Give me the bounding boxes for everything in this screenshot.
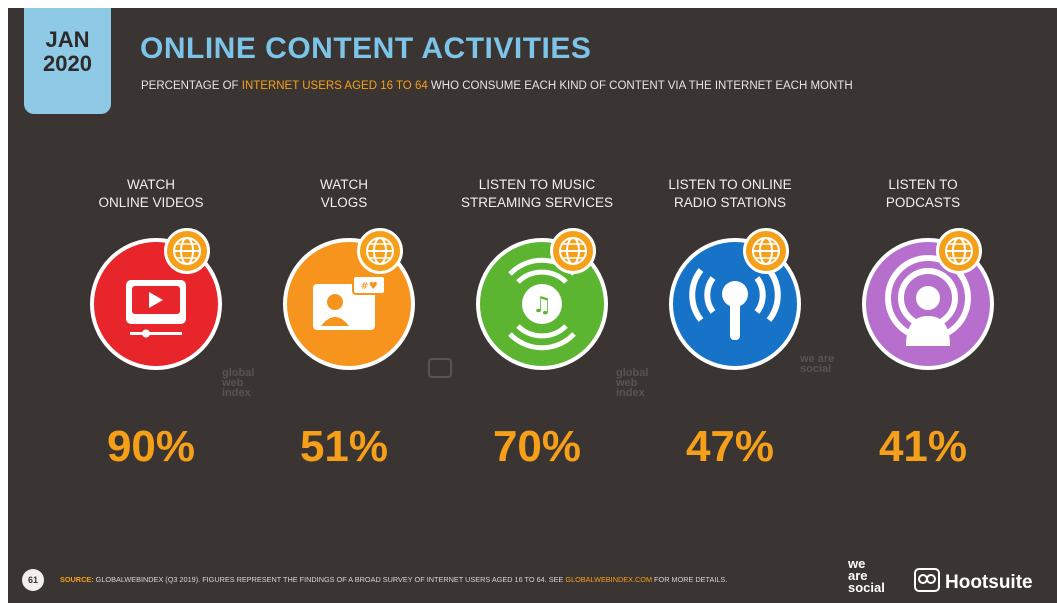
source-tail: FOR MORE DETAILS.: [652, 575, 728, 584]
activity-label-line2: ONLINE VIDEOS: [98, 195, 204, 210]
activity-label-line2: VLOGS: [320, 195, 368, 210]
globe-icon: [357, 228, 403, 274]
watermark-gwi: global web index: [616, 367, 649, 399]
activity-vlogs: WATCH VLOGS #♥ 51%: [249, 176, 439, 471]
activity-label-line2: PODCASTS: [885, 195, 961, 210]
activity-percentage: 90%: [106, 422, 196, 471]
activity-label-line1: LISTEN TO MUSIC: [478, 177, 596, 192]
globe-icon: [743, 228, 789, 274]
badge-month: JAN: [45, 27, 90, 52]
activity-label-line2: STREAMING SERVICES: [460, 195, 614, 210]
page-title: ONLINE CONTENT ACTIVITIES: [140, 32, 592, 65]
page-subtitle: PERCENTAGE OF INTERNET USERS AGED 16 TO …: [141, 80, 853, 92]
source-link[interactable]: GLOBALWEBINDEX.COM: [565, 575, 652, 584]
date-badge: JAN 2020: [24, 8, 111, 114]
owl-icon: [914, 568, 940, 592]
activity-label: LISTEN TO ONLINE RADIO STATIONS: [635, 176, 825, 216]
page-number: 61: [22, 569, 44, 591]
activity-music-streaming: LISTEN TO MUSIC STREAMING SERVICES ♫ 70%: [442, 176, 632, 471]
svg-text:♫: ♫: [532, 293, 552, 318]
source-label: SOURCE:: [60, 575, 94, 584]
subtitle-post: WHO CONSUME EACH KIND OF CONTENT VIA THE…: [427, 80, 853, 92]
slide: JAN 2020 ONLINE CONTENT ACTIVITIES PERCE…: [8, 8, 1057, 603]
subtitle-highlight: INTERNET USERS AGED 16 TO 64: [241, 80, 428, 92]
activity-label-line1: WATCH: [127, 177, 175, 192]
source-note: SOURCE: GLOBALWEBINDEX (Q3 2019). FIGURE…: [60, 575, 727, 584]
badge-year: 2020: [43, 51, 92, 76]
globe-icon: [164, 228, 210, 274]
activity-label: WATCH VLOGS: [249, 176, 439, 216]
activity-online-radio: LISTEN TO ONLINE RADIO STATIONS 47%: [635, 176, 825, 471]
activity-percentage: 51%: [299, 422, 389, 471]
globe-icon: [936, 228, 982, 274]
activity-label: WATCH ONLINE VIDEOS: [56, 176, 246, 216]
activity-percentage: 41%: [878, 422, 968, 471]
watermark-was: we are social: [800, 353, 835, 375]
hootsuite-logo: Hootsuite: [914, 568, 1033, 594]
logo-line: social: [848, 580, 885, 595]
activity-label-line1: WATCH: [320, 177, 368, 192]
activity-label-line2: RADIO STATIONS: [673, 195, 786, 210]
hootsuite-text: Hootsuite: [945, 572, 1033, 593]
activity-label: LISTEN TO MUSIC STREAMING SERVICES: [442, 176, 632, 216]
activity-online-videos: WATCH ONLINE VIDEOS 90%: [56, 176, 246, 471]
source-text: GLOBALWEBINDEX (Q3 2019). FIGURES REPRES…: [93, 575, 566, 584]
activity-label: LISTEN TO PODCASTS: [828, 176, 1018, 216]
activity-percentage: 70%: [492, 422, 582, 471]
watermark-gwi: global web index: [222, 367, 255, 399]
activity-label-line1: LISTEN TO ONLINE: [668, 177, 792, 192]
svg-text:#♥: #♥: [360, 281, 377, 292]
globe-icon: [550, 228, 596, 274]
activity-podcasts: LISTEN TO PODCASTS 41%: [828, 176, 1018, 471]
watermark-owl-icon: [428, 358, 452, 378]
activity-label-line1: LISTEN TO: [888, 177, 958, 192]
subtitle-pre: PERCENTAGE OF: [141, 80, 242, 92]
activity-percentage: 47%: [685, 422, 775, 471]
we-are-social-logo: we are social: [848, 557, 885, 595]
